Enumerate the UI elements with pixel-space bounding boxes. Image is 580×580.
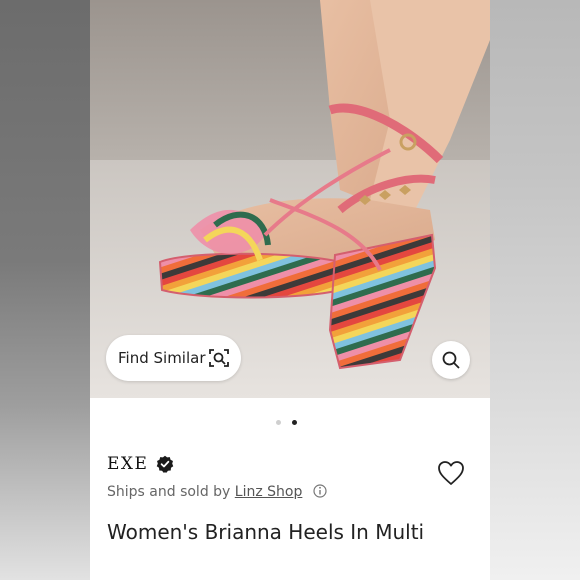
product-page: Find Similar EXE Ships and sold by Linz … bbox=[90, 0, 490, 580]
brand-row: EXE bbox=[107, 454, 174, 474]
image-search-icon bbox=[207, 346, 231, 370]
listing-title: Women's Brianna Heels In Multi bbox=[107, 520, 425, 544]
seller-prefix: Ships and sold by bbox=[107, 484, 231, 500]
product-photo[interactable]: Find Similar bbox=[90, 0, 490, 398]
background-left bbox=[0, 0, 90, 580]
find-similar-label: Find Similar bbox=[118, 349, 206, 367]
pagination-dot-active[interactable] bbox=[292, 420, 297, 425]
background-right bbox=[490, 0, 580, 580]
seller-info: Ships and sold by Linz Shop bbox=[107, 484, 327, 502]
brand-name[interactable]: EXE bbox=[107, 454, 148, 474]
seller-shop-link[interactable]: Linz Shop bbox=[235, 484, 303, 500]
find-similar-button[interactable]: Find Similar bbox=[106, 335, 241, 381]
heart-outline-icon bbox=[437, 461, 465, 490]
search-button[interactable] bbox=[432, 341, 470, 379]
pagination-dot[interactable] bbox=[276, 420, 281, 425]
verified-badge-icon bbox=[156, 455, 174, 473]
info-icon[interactable] bbox=[313, 484, 327, 502]
favorite-button[interactable] bbox=[437, 460, 465, 486]
image-pagination bbox=[276, 420, 297, 425]
